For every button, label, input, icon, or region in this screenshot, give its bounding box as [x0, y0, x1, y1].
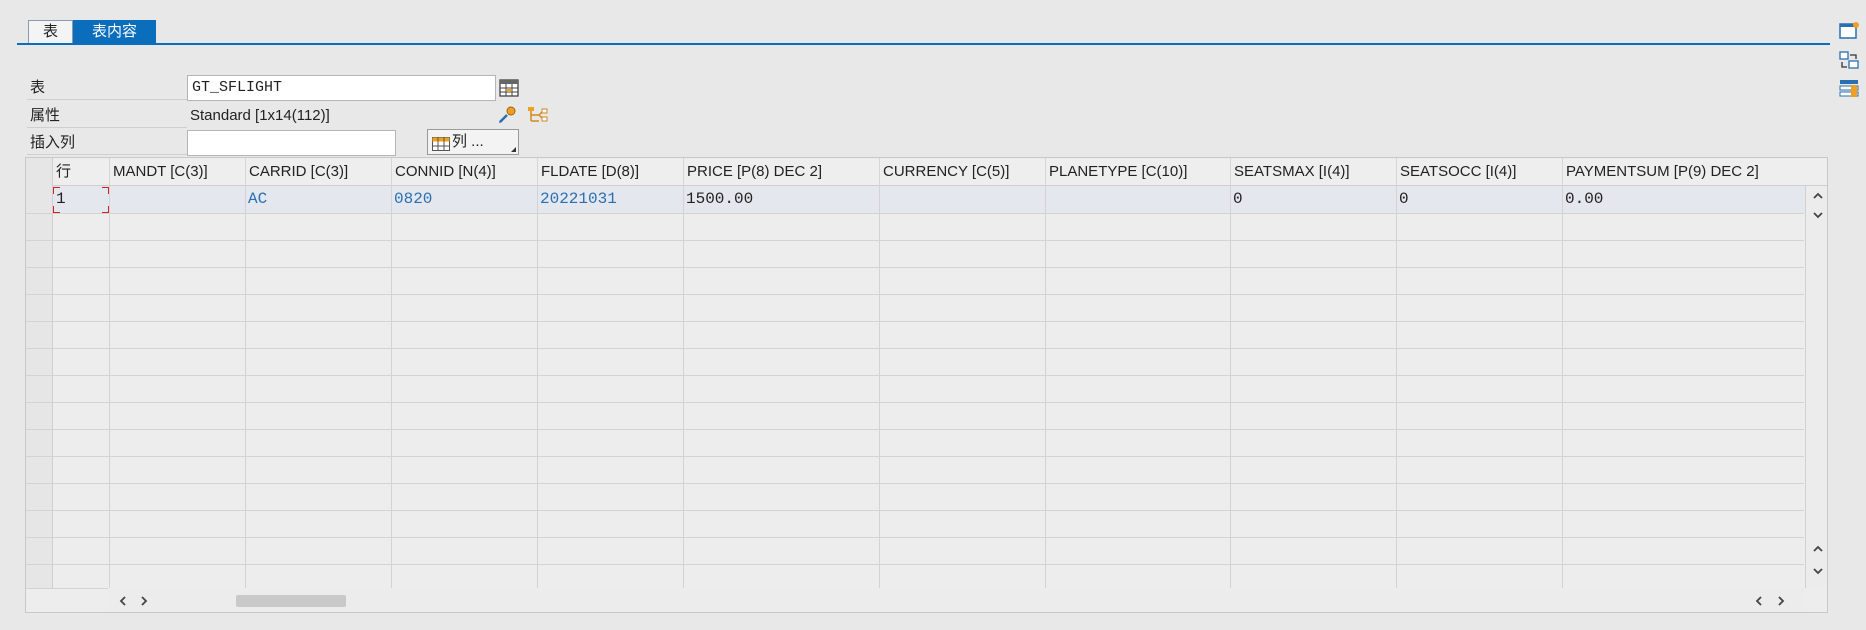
cell-currency[interactable]	[879, 186, 882, 213]
cell-mandt[interactable]	[109, 186, 112, 213]
attribute-value: Standard [1x14(112)]	[190, 107, 330, 124]
tab-table[interactable]: 表	[28, 20, 74, 44]
header-seatsocc[interactable]: SEATSOCC [I(4)]	[1396, 158, 1562, 186]
column-grid-icon	[432, 135, 450, 159]
header-currency[interactable]: CURRENCY [C(5)]	[879, 158, 1045, 186]
attribute-label: 属性	[27, 104, 187, 128]
cell-paymentsum[interactable]: 0.00	[1562, 186, 1603, 213]
dropdown-corner-icon	[511, 147, 516, 152]
scroll-right-icon[interactable]	[138, 595, 150, 607]
tab-strip: 表 表内容	[28, 20, 157, 44]
header-fldate[interactable]: FLDATE [D(8)]	[537, 158, 683, 186]
table-contents-grid: 行 MANDT [C(3)] CARRID [C(3)] CONNID [N(4…	[25, 157, 1828, 613]
pin-edit-icon[interactable]	[497, 105, 519, 129]
cell-seatsmax[interactable]: 0	[1230, 186, 1243, 213]
header-seatsmax[interactable]: SEATSMAX [I(4)]	[1230, 158, 1396, 186]
table-name-field[interactable]: GT_SFLIGHT	[187, 75, 496, 101]
header-row-number[interactable]: 行	[53, 158, 109, 186]
header-connid[interactable]: CONNID [N(4)]	[391, 158, 537, 186]
header-carrid[interactable]: CARRID [C(3)]	[245, 158, 391, 186]
header-paymentsum[interactable]: PAYMENTSUM [P(9) DEC 2]	[1562, 158, 1804, 186]
columns-button[interactable]: 列 ...	[427, 129, 519, 155]
horizontal-scroll-thumb[interactable]	[236, 595, 346, 607]
row-selector-column[interactable]	[26, 158, 53, 588]
scroll-down-bottom-icon[interactable]	[1812, 565, 1824, 577]
vertical-scrollbar[interactable]	[1805, 186, 1827, 588]
scroll-up-bottom-icon[interactable]	[1812, 543, 1824, 555]
table-view-icon[interactable]	[499, 79, 519, 101]
header-price[interactable]: PRICE [P(8) DEC 2]	[683, 158, 879, 186]
new-window-icon[interactable]	[1838, 20, 1860, 40]
cell-seatsocc[interactable]: 0	[1396, 186, 1409, 213]
network-structure-icon[interactable]	[526, 105, 550, 129]
scroll-up-icon[interactable]	[1812, 190, 1824, 202]
header-planetype[interactable]: PLANETYPE [C(10)]	[1045, 158, 1230, 186]
cell-carrid[interactable]: AC	[245, 186, 267, 213]
switch-view-icon[interactable]	[1838, 50, 1860, 70]
tab-underline	[17, 43, 1830, 45]
cell-price[interactable]: 1500.00	[683, 186, 753, 213]
scroll-left-icon[interactable]	[117, 595, 129, 607]
insert-column-label: 插入列	[27, 131, 187, 155]
cell-connid[interactable]: 0820	[391, 186, 432, 213]
scroll-left-end-icon[interactable]	[1753, 595, 1765, 607]
table-label: 表	[27, 76, 187, 100]
cell-fldate[interactable]: 20221031	[537, 186, 617, 213]
scroll-down-icon[interactable]	[1812, 209, 1824, 221]
layout-settings-icon[interactable]	[1838, 78, 1860, 98]
columns-button-label: 列 ...	[452, 133, 484, 150]
insert-column-field[interactable]	[187, 130, 396, 156]
cell-focus-marker	[53, 187, 109, 213]
cell-planetype[interactable]	[1045, 186, 1048, 213]
header-mandt[interactable]: MANDT [C(3)]	[109, 158, 245, 186]
scroll-right-end-icon[interactable]	[1775, 595, 1787, 607]
horizontal-scrollbar[interactable]	[108, 588, 1805, 612]
tab-table-contents[interactable]: 表内容	[73, 20, 157, 44]
